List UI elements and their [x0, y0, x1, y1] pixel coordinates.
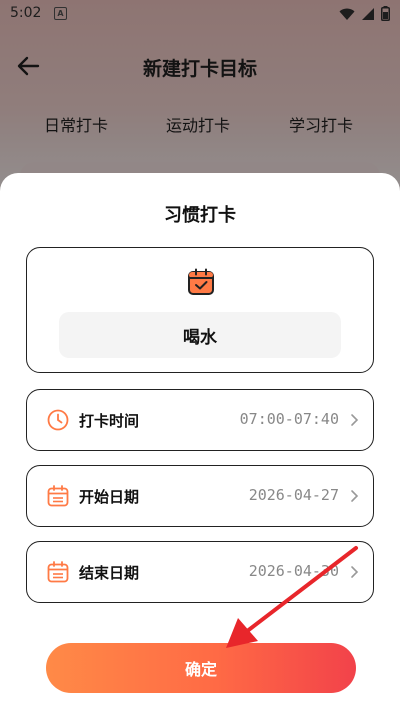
calendar-icon	[47, 561, 69, 583]
start-date-value: 2026-04-27	[248, 486, 339, 504]
habit-card: 喝水	[26, 247, 374, 373]
calendar-check-icon	[188, 268, 214, 295]
habit-name-field[interactable]: 喝水	[59, 312, 341, 358]
chevron-right-icon	[351, 414, 359, 426]
clock-icon	[47, 409, 69, 431]
end-date-label: 结束日期	[79, 564, 140, 582]
habit-bottom-sheet: 习惯打卡 喝水 打卡时间 07:00-07:40 开始日期 2026-04-27…	[0, 173, 400, 710]
calendar-icon	[47, 485, 69, 507]
checkin-time-row[interactable]: 打卡时间 07:00-07:40	[26, 389, 374, 451]
chevron-right-icon	[351, 490, 359, 502]
chevron-right-icon	[351, 566, 359, 578]
end-date-value: 2026-04-30	[248, 562, 339, 580]
checkin-time-value: 07:00-07:40	[239, 410, 339, 428]
confirm-button[interactable]: 确定	[46, 643, 356, 693]
sheet-title: 习惯打卡	[164, 205, 236, 226]
start-date-label: 开始日期	[79, 488, 140, 506]
end-date-row[interactable]: 结束日期 2026-04-30	[26, 541, 374, 603]
checkin-time-label: 打卡时间	[79, 412, 140, 430]
start-date-row[interactable]: 开始日期 2026-04-27	[26, 465, 374, 527]
